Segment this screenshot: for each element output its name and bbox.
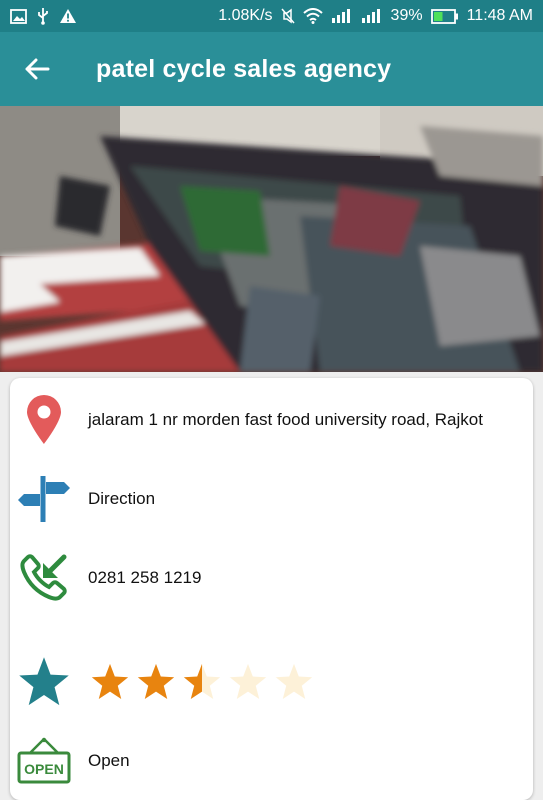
status-notification-icons (10, 7, 77, 25)
mute-icon (280, 8, 295, 24)
clock: 11:48 AM (466, 7, 533, 24)
open-status-row: OPEN Open (10, 736, 533, 786)
battery-icon (430, 8, 458, 24)
open-status-text: Open (88, 751, 130, 770)
signal-icon-2 (361, 9, 380, 23)
app-bar: patel cycle sales agency (0, 32, 543, 106)
signal-icon (331, 9, 350, 23)
address-row[interactable]: jalaram 1 nr morden fast food university… (10, 392, 533, 448)
open-sign-icon: OPEN (17, 737, 71, 784)
rating-star-2[interactable] (136, 663, 176, 701)
status-bar: 1.08K/s 39% 11:48 AM (0, 0, 543, 32)
usb-icon (38, 8, 48, 25)
arrow-back-icon (25, 58, 50, 80)
image-notification-icon (10, 8, 27, 24)
rating-star-1[interactable] (90, 663, 130, 701)
direction-label: Direction (88, 489, 156, 508)
rating-star-5[interactable] (274, 663, 314, 701)
status-system-icons: 1.08K/s 39% 11:48 AM (218, 7, 533, 25)
shop-photo (0, 106, 543, 372)
phone-number: 0281 258 1219 (88, 568, 202, 587)
network-speed: 1.08K/s (218, 7, 273, 24)
phone-row[interactable]: 0281 258 1219 (10, 553, 533, 603)
rating-star-3[interactable] (182, 663, 222, 701)
back-button[interactable] (0, 32, 74, 106)
wifi-icon (302, 8, 323, 24)
shop-photo-image (0, 106, 543, 372)
page-title: patel cycle sales agency (96, 54, 392, 83)
details-card: jalaram 1 nr morden fast food university… (10, 378, 533, 800)
location-pin-icon (27, 395, 61, 444)
rating-row (10, 654, 533, 710)
open-sign-text: OPEN (24, 761, 64, 777)
address-text: jalaram 1 nr morden fast food university… (88, 410, 483, 429)
direction-signpost-icon (18, 476, 70, 522)
star-icon (19, 657, 69, 706)
phone-incoming-icon (20, 554, 67, 601)
rating-star-4[interactable] (228, 663, 268, 701)
direction-row[interactable]: Direction (10, 472, 533, 526)
battery-percent: 39% (390, 7, 423, 24)
rating-stars[interactable] (90, 663, 314, 701)
warning-icon (60, 9, 76, 23)
